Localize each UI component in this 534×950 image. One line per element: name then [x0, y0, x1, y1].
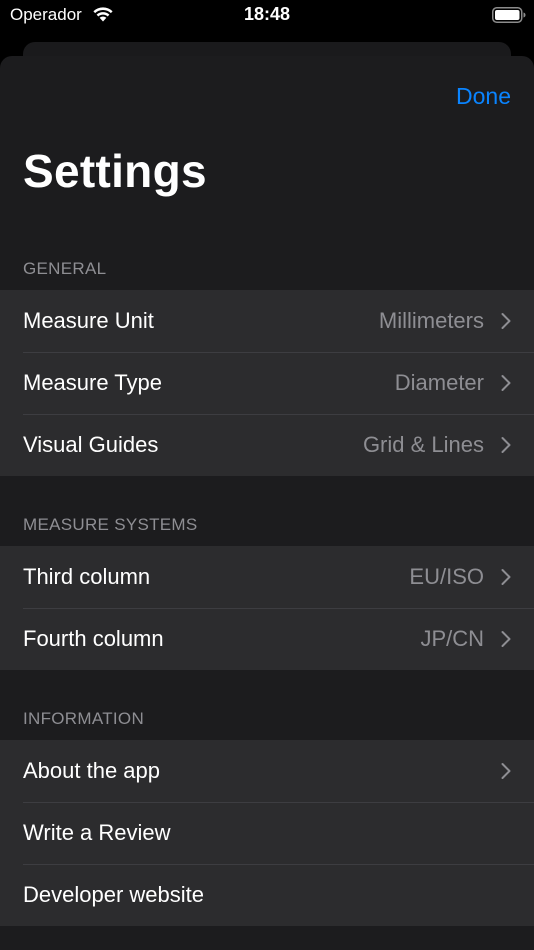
row-value: Diameter — [394, 370, 484, 395]
developer-website-row[interactable]: Developer website — [0, 864, 534, 926]
fourth-column-row[interactable]: Fourth column JP/CN — [0, 608, 534, 670]
row-value: Millimeters — [378, 308, 484, 333]
page-title: Settings — [23, 145, 207, 197]
status-bar: Operador 18:48 — [0, 0, 534, 32]
write-a-review-row[interactable]: Write a Review — [0, 802, 534, 864]
clock: 18:48 — [243, 4, 291, 24]
about-the-app-row[interactable]: About the app — [0, 740, 534, 802]
row-label: Developer website — [23, 882, 204, 907]
section-header-measure-systems: MEASURE SYSTEMS — [23, 515, 198, 534]
chevron-right-icon — [501, 313, 511, 329]
third-column-row[interactable]: Third column EU/ISO — [0, 546, 534, 608]
visual-guides-row[interactable]: Visual Guides Grid & Lines — [0, 414, 534, 476]
row-label: Write a Review — [23, 820, 171, 845]
general-group: Measure Unit Millimeters Measure Type Di… — [0, 290, 534, 476]
battery-icon — [492, 7, 526, 23]
row-value: Grid & Lines — [362, 432, 484, 457]
row-label: Visual Guides — [23, 432, 159, 457]
chevron-right-icon — [501, 375, 511, 391]
measure-unit-row[interactable]: Measure Unit Millimeters — [0, 290, 534, 352]
settings-sheet: Done Settings GENERAL Measure Unit Milli… — [0, 56, 534, 950]
row-label: Measure Unit — [23, 308, 154, 333]
information-group: About the app Write a Review Developer w… — [0, 740, 534, 926]
chevron-right-icon — [501, 763, 511, 779]
chevron-right-icon — [501, 569, 511, 585]
done-button[interactable]: Done — [456, 83, 511, 110]
row-label: Fourth column — [23, 626, 164, 651]
chevron-right-icon — [501, 631, 511, 647]
section-header-general: GENERAL — [23, 259, 107, 278]
row-label: About the app — [23, 758, 161, 783]
chevron-right-icon — [501, 437, 511, 453]
row-label: Third column — [23, 564, 151, 589]
measure-type-row[interactable]: Measure Type Diameter — [0, 352, 534, 414]
measure-systems-group: Third column EU/ISO Fourth column JP/CN — [0, 546, 534, 670]
row-label: Measure Type — [23, 370, 163, 395]
section-header-information: INFORMATION — [23, 709, 145, 728]
row-value: EU/ISO — [409, 564, 484, 589]
row-value: JP/CN — [420, 626, 484, 651]
